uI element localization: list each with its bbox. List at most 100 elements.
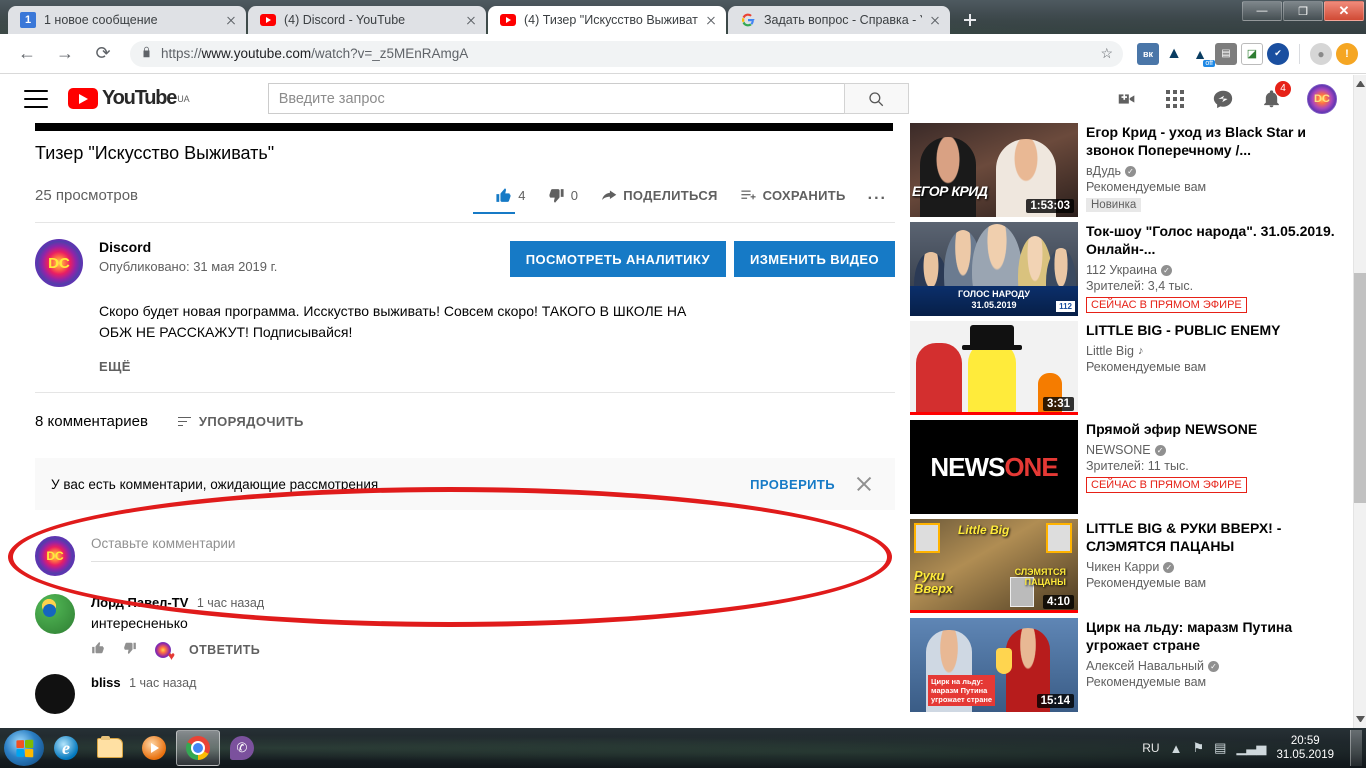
video-player-strip[interactable] (35, 122, 893, 131)
video-meta-row: 25 просмотров 4 0 ПОДЕЛИТЬСЯ СОХРАНИТЬ .… (35, 180, 895, 214)
close-icon[interactable] (926, 11, 944, 29)
windows-media-player-icon[interactable] (132, 730, 176, 766)
sort-label: УПОРЯДОЧИТЬ (198, 414, 304, 429)
held-comments-notice: У вас есть комментарии, ожидающие рассмо… (35, 458, 895, 510)
minimize-button[interactable]: — (1242, 1, 1282, 21)
clock-time: 20:59 (1290, 735, 1320, 747)
google-chrome-icon[interactable] (176, 730, 220, 766)
browser-tab-1[interactable]: (4) Discord - YouTube (248, 6, 486, 34)
thumbs-down-icon[interactable] (123, 641, 137, 658)
youtube-logo[interactable]: YouTube UA (68, 87, 190, 110)
page-scrollbar[interactable] (1353, 75, 1366, 728)
bookmark-star-icon[interactable]: ☆ (1100, 45, 1113, 62)
address-bar[interactable]: https:// www.youtube.com /watch?v=_z5MEn… (130, 40, 1123, 67)
edit-video-button[interactable]: ИЗМЕНИТЬ ВИДЕО (734, 241, 895, 277)
viber-icon[interactable]: ✆ (220, 730, 264, 766)
my-avatar: DC (35, 536, 75, 576)
video-thumbnail[interactable]: Little Big Руки Вверх СЛЭМЯТСЯ ПАЦАНЫ 4:10 (910, 519, 1078, 613)
like-button[interactable]: 4 (487, 181, 534, 209)
comment-author[interactable]: bliss (91, 675, 121, 690)
youtube-masthead: YouTube UA Введите запрос 4 DC (0, 75, 1353, 123)
language-indicator[interactable]: RU (1142, 741, 1159, 755)
review-comments-link[interactable]: ПРОВЕРИТЬ (750, 477, 835, 492)
comment-author[interactable]: Лорд Павел-TV (91, 595, 188, 610)
video-duration: 15:14 (1036, 694, 1074, 708)
browser-tab-2[interactable]: (4) Тизер "Искусство Выживать" (488, 6, 726, 34)
hamburger-menu-icon[interactable] (24, 89, 48, 108)
video-thumbnail[interactable]: Цирк на льду: маразм Путина угрожает стран… (910, 618, 1078, 712)
show-desktop-button[interactable] (1350, 730, 1362, 766)
video-thumbnail[interactable]: 3:31 (910, 321, 1078, 415)
file-explorer-icon[interactable] (88, 730, 132, 766)
forward-icon[interactable]: → (51, 40, 79, 68)
vk-extension-icon[interactable]: вк (1137, 42, 1159, 65)
thumbs-up-icon[interactable] (91, 641, 105, 658)
action-center-flag-icon[interactable]: ⚑ (1192, 740, 1204, 756)
messages-icon[interactable] (1211, 87, 1235, 111)
clock[interactable]: 20:59 31.05.2019 (1276, 734, 1334, 762)
avatar[interactable] (35, 594, 75, 634)
removable-media-icon[interactable]: ▤ (1214, 740, 1226, 756)
profile-avatar-icon[interactable]: ● (1310, 42, 1332, 65)
close-icon[interactable] (222, 11, 240, 29)
close-window-button[interactable]: ✕ (1324, 1, 1364, 21)
comment-input[interactable]: Оставьте комментарии (91, 536, 886, 562)
scroll-down-arrow-icon[interactable] (1356, 716, 1365, 725)
internet-explorer-icon[interactable]: e (44, 730, 88, 766)
start-button[interactable] (4, 730, 44, 766)
view-analytics-button[interactable]: ПОСМОТРЕТЬ АНАЛИТИКУ (509, 241, 726, 277)
notifications-bell-icon[interactable]: 4 (1259, 80, 1291, 111)
video-info: LITTLE BIG - PUBLIC ENEMY Little Big ♪ Р… (1086, 321, 1336, 415)
recommended-video-item[interactable]: 3:31 LITTLE BIG - PUBLIC ENEMY Little Bi… (910, 321, 1338, 415)
close-icon[interactable] (462, 11, 480, 29)
dislike-button[interactable]: 0 (540, 181, 587, 209)
avatar[interactable] (35, 674, 75, 714)
save-button[interactable]: СОХРАНИТЬ (732, 181, 854, 209)
opera-turbo-extension-icon[interactable]: ▲ (1163, 43, 1185, 65)
new-tab-button[interactable] (956, 6, 984, 34)
recommended-video-item[interactable]: ГОЛОС НАРОДУ 31.05.2019 112 Ток-шоу "Голо… (910, 222, 1338, 316)
adguard-extension-icon[interactable]: ▲ off (1189, 43, 1215, 67)
recommended-video-item[interactable]: Little Big Руки Вверх СЛЭМЯТСЯ ПАЦАНЫ 4:10… (910, 519, 1338, 613)
briefcase-extension-icon[interactable]: ▤ (1215, 42, 1237, 65)
scrollbar-thumb[interactable] (1354, 273, 1366, 503)
video-thumbnail[interactable]: ГОЛОС НАРОДУ 31.05.2019 112 (910, 222, 1078, 316)
browser-tab-3[interactable]: Задать вопрос - Справка - YouT (728, 6, 950, 34)
recommended-video-item[interactable]: ЕГОР КРИД 1:53:03 Егор Крид - уход из Bl… (910, 123, 1338, 217)
reply-button[interactable]: ОТВЕТИТЬ (189, 643, 260, 657)
channel-avatar[interactable]: DC (35, 239, 83, 287)
divider-above-channel (35, 222, 895, 223)
network-signal-icon[interactable]: ▁▃▅ (1236, 740, 1266, 756)
maximize-button[interactable]: ❐ (1283, 1, 1323, 21)
back-icon[interactable]: ← (13, 40, 41, 68)
apps-grid-icon[interactable] (1163, 87, 1187, 111)
tab-title: Задать вопрос - Справка - YouT (764, 13, 922, 27)
chrome-browser-window: 1 1 новое сообщение (4) Discord - YouTub… (0, 0, 1366, 768)
recommended-video-item[interactable]: NEWS ONE Прямой эфир NEWSONE NEWSONE ✓ Зр… (910, 420, 1338, 514)
close-icon[interactable] (855, 475, 873, 493)
yandex-extension-icon[interactable]: ✔ (1267, 42, 1289, 65)
reload-icon[interactable]: ⟳ (89, 40, 117, 68)
close-icon[interactable] (702, 11, 720, 29)
browser-tab-0[interactable]: 1 1 новое сообщение (8, 6, 246, 34)
search-input[interactable]: Введите запрос (267, 83, 844, 114)
account-avatar[interactable]: DC (1307, 83, 1337, 114)
sort-comments-button[interactable]: УПОРЯДОЧИТЬ (177, 414, 304, 429)
dr-web-extension-icon[interactable]: ◪ (1241, 42, 1263, 65)
channel-name[interactable]: Discord (99, 239, 277, 255)
more-options-icon[interactable]: ... (860, 181, 895, 209)
share-button[interactable]: ПОДЕЛИТЬСЯ (592, 181, 725, 209)
url-scheme: https:// (161, 46, 202, 61)
video-thumbnail[interactable]: ЕГОР КРИД 1:53:03 (910, 123, 1078, 217)
search-button[interactable] (843, 83, 909, 114)
scroll-up-arrow-icon[interactable] (1356, 78, 1365, 87)
update-alert-icon[interactable]: ! (1336, 42, 1358, 65)
recommended-video-item[interactable]: Цирк на льду: маразм Путина угрожает стран… (910, 618, 1338, 712)
show-hidden-icons-icon[interactable]: ▲ (1170, 741, 1183, 756)
video-meta: Рекомендуемые вам (1086, 675, 1207, 689)
create-video-icon[interactable] (1115, 87, 1139, 111)
dislike-count: 0 (570, 187, 579, 203)
live-badge: СЕЙЧАС В ПРЯМОМ ЭФИРЕ (1086, 477, 1247, 493)
video-thumbnail[interactable]: NEWS ONE (910, 420, 1078, 514)
show-more-link[interactable]: ЕЩЁ (99, 359, 895, 374)
